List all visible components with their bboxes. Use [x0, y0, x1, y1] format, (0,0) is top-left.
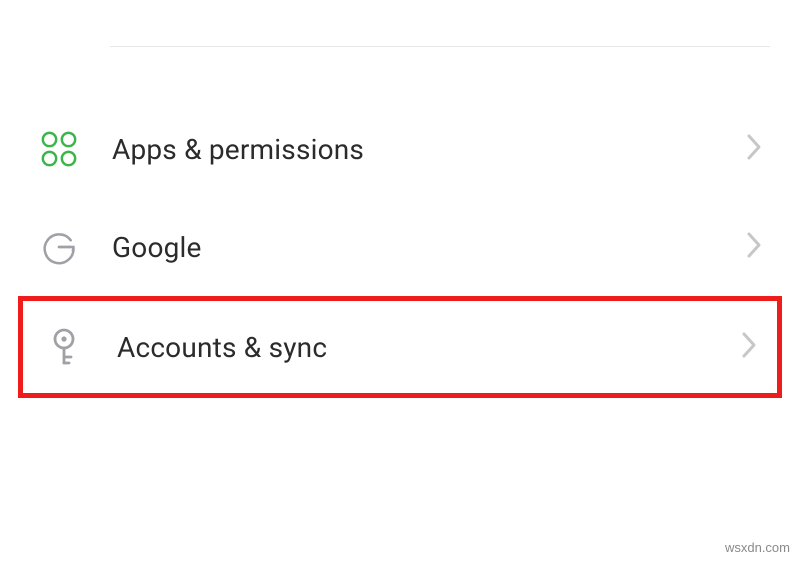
settings-row-wrap-highlighted: Accounts & sync: [18, 296, 782, 398]
settings-item-accounts-sync[interactable]: Accounts & sync: [23, 301, 777, 393]
grid-apps-icon: [36, 130, 82, 168]
settings-item-label: Apps & permissions: [82, 133, 746, 166]
chevron-right-icon: [746, 231, 762, 263]
settings-list: Apps & permissions Google: [0, 0, 800, 563]
chevron-right-icon: [741, 331, 757, 363]
watermark-text: wsxdn.com: [725, 540, 790, 555]
settings-item-google[interactable]: Google: [18, 198, 782, 296]
settings-item-label: Accounts & sync: [87, 331, 741, 364]
google-icon: [36, 229, 82, 265]
settings-row-wrap: Google: [18, 198, 782, 296]
chevron-right-icon: [746, 133, 762, 165]
settings-item-label: Google: [82, 231, 746, 264]
divider: [110, 46, 770, 47]
key-icon: [41, 327, 87, 367]
settings-item-apps-permissions[interactable]: Apps & permissions: [18, 100, 782, 198]
settings-row-wrap: Apps & permissions: [18, 100, 782, 198]
